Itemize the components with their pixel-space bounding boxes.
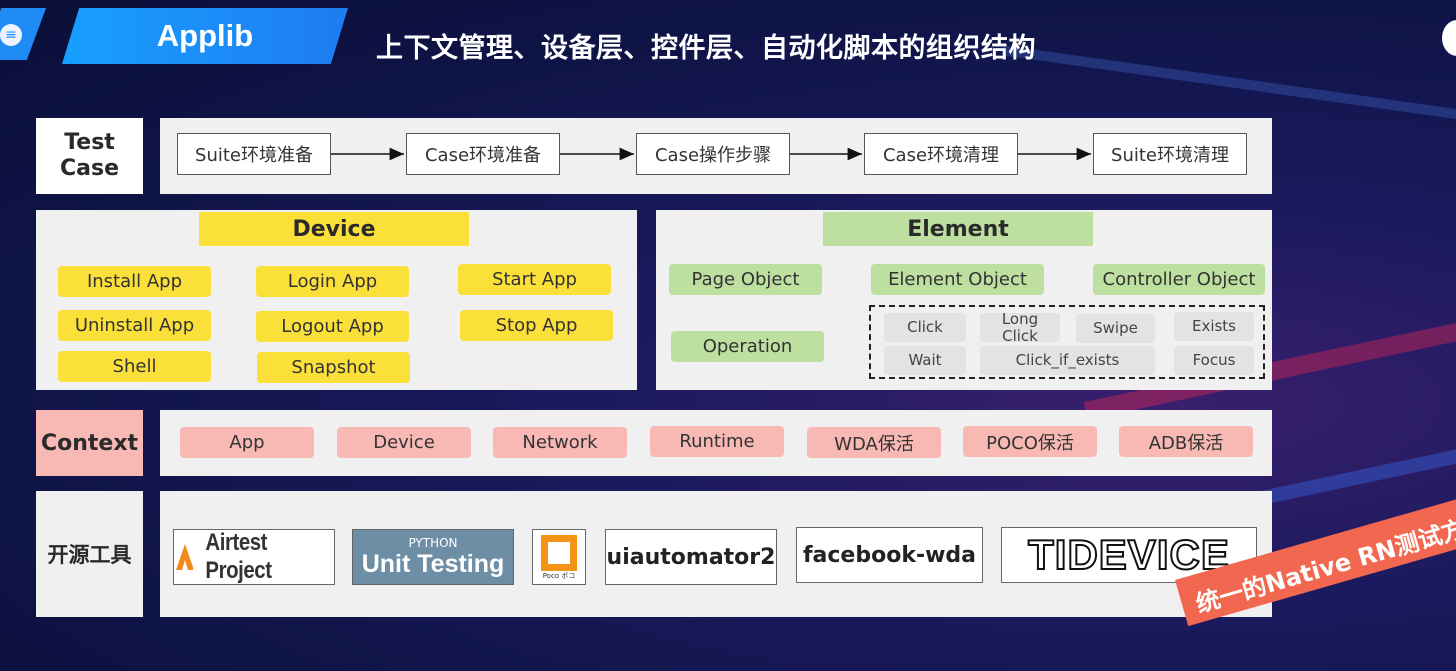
op-click: Click <box>884 313 966 342</box>
op-click-if-exists: Click_if_exists <box>980 346 1155 375</box>
device-shell: Shell <box>58 351 211 382</box>
flow-step-suite-setup: Suite环境准备 <box>177 133 331 175</box>
test-case-label: Test Case <box>36 118 143 194</box>
device-title: Device <box>199 212 469 246</box>
op-long-click: Long Click <box>980 309 1060 345</box>
airtest-logo: Airtest Project <box>173 529 335 585</box>
element-operation: Operation <box>671 331 824 362</box>
airtest-logo-text: Airtest Project <box>205 529 273 584</box>
element-title: Element <box>823 212 1093 246</box>
context-app: App <box>180 427 314 458</box>
op-long-click-label: Long Click <box>1001 309 1039 345</box>
poco-logo: Poco ポコ <box>532 529 586 585</box>
device-logout-app: Logout App <box>256 311 409 342</box>
context-device: Device <box>337 427 471 458</box>
poco-icon <box>541 535 577 571</box>
device-stop-app: Stop App <box>460 310 613 341</box>
element-controller-object: Controller Object <box>1093 264 1265 295</box>
unit-testing-logo-text: Unit Testing <box>361 549 505 578</box>
op-exists: Exists <box>1174 312 1254 341</box>
device-login-app: Login App <box>256 266 409 297</box>
element-page-object: Page Object <box>669 264 822 295</box>
op-swipe: Swipe <box>1076 314 1155 343</box>
unit-testing-logo: PYTHON Unit Testing <box>352 529 514 585</box>
element-element-object: Element Object <box>871 264 1044 295</box>
device-start-app: Start App <box>458 264 611 295</box>
slide-nav-dot[interactable] <box>1442 20 1456 56</box>
device-install-app: Install App <box>58 266 211 297</box>
op-wait: Wait <box>884 346 966 375</box>
context-wda-keepalive: WDA保活 <box>807 427 941 458</box>
context-poco-keepalive: POCO保活 <box>963 426 1097 457</box>
flow-step-case-teardown: Case环境清理 <box>864 133 1018 175</box>
python-logo-text: PYTHON <box>408 535 458 550</box>
poco-logo-text: Poco ポコ <box>542 572 576 580</box>
flow-step-case-setup: Case环境准备 <box>406 133 560 175</box>
title-tab: Applib <box>62 8 348 64</box>
menu-icon[interactable]: ≡ <box>0 24 22 46</box>
title-tab-label: Applib <box>156 18 254 53</box>
facebook-wda-logo: facebook-wda <box>796 527 983 583</box>
context-network: Network <box>493 427 627 458</box>
context-runtime: Runtime <box>650 426 784 457</box>
context-label: Context <box>36 410 143 476</box>
device-uninstall-app: Uninstall App <box>58 310 211 341</box>
uiautomator2-logo: uiautomator2 <box>605 529 777 585</box>
test-case-label-text: Test Case <box>59 130 119 181</box>
flow-step-case-operation: Case操作步骤 <box>636 133 790 175</box>
context-adb-keepalive: ADB保活 <box>1119 426 1253 457</box>
uiautomator2-logo-text: uiautomator2 <box>606 544 776 570</box>
facebook-wda-logo-text: facebook-wda <box>802 542 977 568</box>
op-focus: Focus <box>1174 346 1254 375</box>
page-heading: 上下文管理、设备层、控件层、自动化脚本的组织结构 <box>376 33 1036 64</box>
airtest-flame-icon <box>176 544 194 570</box>
open-source-label: 开源工具 <box>36 491 143 617</box>
device-snapshot: Snapshot <box>257 352 410 383</box>
background-stripe <box>1001 45 1456 125</box>
flow-step-suite-teardown: Suite环境清理 <box>1093 133 1247 175</box>
